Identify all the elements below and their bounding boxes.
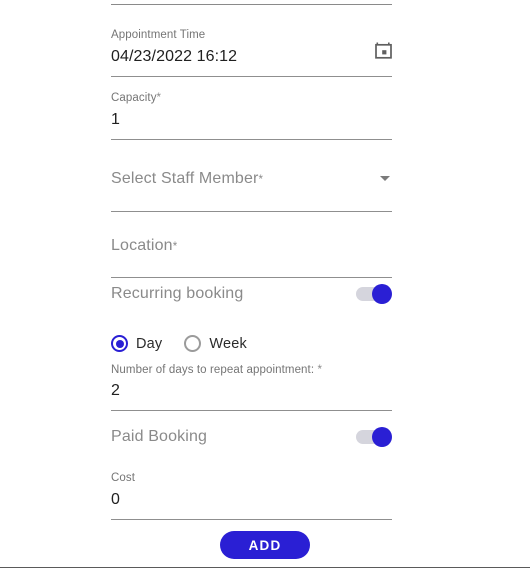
staff-member-required-mark: * [258,174,264,186]
submit-row: ADD [0,531,530,559]
repeat-count-required-mark: * [317,364,323,376]
radio-option-day[interactable]: Day [111,335,162,352]
top-field-divider [111,4,392,5]
capacity-underline [111,139,392,140]
recurring-booking-toggle-thumb [372,284,392,304]
radio-week-icon[interactable] [184,335,202,352]
repeat-count-input[interactable]: 2 [111,380,392,402]
capacity-field[interactable]: Capacity* 1 [111,91,392,140]
add-button[interactable]: ADD [220,531,310,559]
cost-label: Cost [111,472,136,484]
paid-booking-label: Paid Booking [111,428,208,445]
repeat-frequency-radio-group: Day Week [111,335,247,352]
recurring-booking-toggle[interactable] [356,284,392,304]
recurring-booking-row: Recurring booking [111,283,392,307]
radio-day-selected-dot [115,339,124,348]
staff-member-select[interactable]: Select Staff Member* [111,168,392,212]
staff-member-placeholder-text: Select Staff Member [111,170,259,187]
appointment-time-field[interactable]: Appointment Time 04/23/2022 16:12 [111,28,392,77]
calendar-icon[interactable] [375,42,392,59]
location-placeholder-text: Location [111,237,173,254]
radio-day-label: Day [136,335,163,352]
paid-booking-toggle-thumb [372,427,392,447]
cost-underline [111,519,392,520]
appointment-time-underline [111,76,392,77]
paid-booking-row: Paid Booking [111,426,392,450]
radio-week-label: Week [209,335,247,352]
paid-booking-toggle[interactable] [356,427,392,447]
staff-member-underline [111,211,392,212]
location-field[interactable]: Location* [111,235,392,278]
recurring-booking-label: Recurring booking [111,285,244,302]
capacity-label: Capacity* [111,91,392,105]
capacity-required-mark: * [156,92,162,104]
cost-field[interactable]: Cost 0 [111,471,392,520]
repeat-count-label-text: Number of days to repeat appointment: [111,364,315,376]
repeat-count-label: Number of days to repeat appointment: * [111,363,392,377]
repeat-count-underline [111,410,392,411]
radio-option-week[interactable]: Week [184,335,247,352]
repeat-count-field[interactable]: Number of days to repeat appointment: * … [111,363,392,411]
appointment-time-label: Appointment Time [111,29,206,41]
radio-day-icon[interactable] [111,335,128,352]
location-placeholder: Location* [111,235,392,258]
appointment-time-value[interactable]: 04/23/2022 16:12 [111,46,392,68]
capacity-input[interactable]: 1 [111,109,392,131]
location-required-mark: * [172,241,178,253]
capacity-label-text: Capacity [111,92,157,104]
staff-member-placeholder: Select Staff Member* [111,168,392,191]
cost-input[interactable]: 0 [111,489,392,511]
location-underline [111,277,392,278]
chevron-down-icon[interactable] [380,176,390,181]
